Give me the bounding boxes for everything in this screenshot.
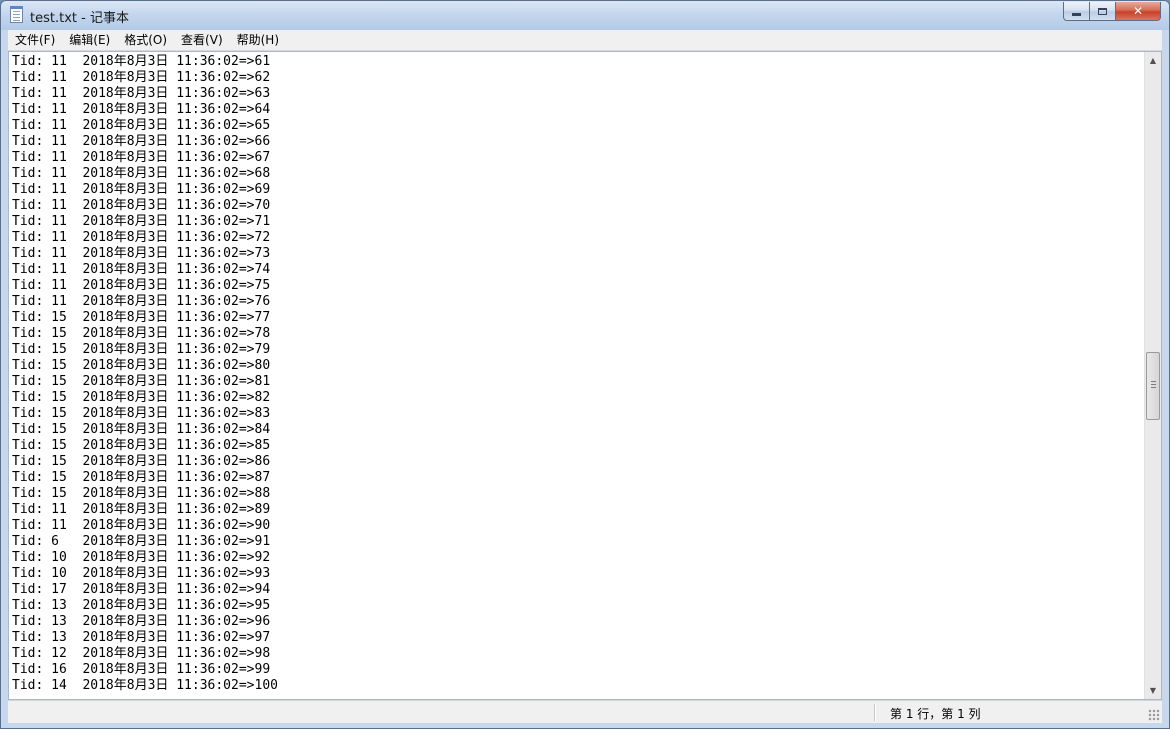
text-line: Tid: 11 2018年8月3日 11:36:02=>75 (12, 278, 271, 293)
text-line: Tid: 15 2018年8月3日 11:36:02=>86 (12, 454, 271, 469)
text-line: Tid: 15 2018年8月3日 11:36:02=>77 (12, 310, 271, 325)
maximize-icon (1098, 7, 1107, 15)
scroll-down-button[interactable]: ▼ (1145, 682, 1161, 699)
text-line: Tid: 15 2018年8月3日 11:36:02=>82 (12, 390, 271, 405)
text-line: Tid: 11 2018年8月3日 11:36:02=>65 (12, 118, 271, 133)
menu-help[interactable]: 帮助(H) (230, 30, 286, 50)
text-line: Tid: 12 2018年8月3日 11:36:02=>98 (12, 646, 271, 661)
minimize-icon (1072, 12, 1081, 16)
text-line: Tid: 11 2018年8月3日 11:36:02=>62 (12, 70, 271, 85)
text-line: Tid: 11 2018年8月3日 11:36:02=>67 (12, 150, 271, 165)
scroll-up-arrow-icon: ▲ (1149, 56, 1157, 65)
menu-file[interactable]: 文件(F) (8, 30, 62, 50)
minimize-button[interactable] (1063, 2, 1090, 21)
menu-edit[interactable]: 编辑(E) (62, 30, 117, 50)
status-bar: 第 1 行，第 1 列 (8, 700, 1162, 723)
text-line: Tid: 13 2018年8月3日 11:36:02=>95 (12, 598, 271, 613)
text-editor[interactable]: Tid: 11 2018年8月3日 11:36:02=>61 Tid: 11 20… (8, 51, 1162, 700)
maximize-button[interactable] (1089, 2, 1116, 21)
scroll-down-arrow-icon: ▼ (1149, 686, 1157, 695)
text-line: Tid: 11 2018年8月3日 11:36:02=>69 (12, 182, 271, 197)
scrollbar-thumb[interactable] (1146, 352, 1160, 420)
menu-bar: 文件(F) 编辑(E) 格式(O) 查看(V) 帮助(H) (8, 30, 1162, 51)
text-line: Tid: 11 2018年8月3日 11:36:02=>71 (12, 214, 271, 229)
window-title: test.txt - 记事本 (30, 11, 129, 26)
text-line: Tid: 10 2018年8月3日 11:36:02=>93 (12, 566, 271, 581)
text-line: Tid: 13 2018年8月3日 11:36:02=>96 (12, 614, 271, 629)
text-line: Tid: 15 2018年8月3日 11:36:02=>81 (12, 374, 271, 389)
text-line: Tid: 13 2018年8月3日 11:36:02=>97 (12, 630, 271, 645)
text-line: Tid: 11 2018年8月3日 11:36:02=>73 (12, 246, 271, 261)
cursor-position: 第 1 行，第 1 列 (890, 707, 981, 721)
text-line: Tid: 11 2018年8月3日 11:36:02=>90 (12, 518, 271, 533)
scroll-up-button[interactable]: ▲ (1145, 52, 1161, 69)
menu-format[interactable]: 格式(O) (117, 30, 174, 50)
text-line: Tid: 15 2018年8月3日 11:36:02=>84 (12, 422, 271, 437)
text-line: Tid: 11 2018年8月3日 11:36:02=>61 (12, 54, 271, 69)
resize-grip-icon[interactable] (1148, 709, 1160, 721)
text-line: Tid: 10 2018年8月3日 11:36:02=>92 (12, 550, 271, 565)
text-line: Tid: 11 2018年8月3日 11:36:02=>74 (12, 262, 271, 277)
text-line: Tid: 16 2018年8月3日 11:36:02=>99 (12, 662, 271, 677)
close-icon: ✕ (1132, 4, 1144, 18)
notepad-window: test.txt - 记事本 ✕ 文件(F) 编辑(E) 格式(O) 查看(V)… (0, 0, 1170, 729)
text-line: Tid: 15 2018年8月3日 11:36:02=>80 (12, 358, 271, 373)
text-line: Tid: 11 2018年8月3日 11:36:02=>89 (12, 502, 271, 517)
text-line: Tid: 11 2018年8月3日 11:36:02=>63 (12, 86, 271, 101)
text-line: Tid: 14 2018年8月3日 11:36:02=>100 (12, 678, 278, 693)
text-line: Tid: 11 2018年8月3日 11:36:02=>70 (12, 198, 271, 213)
menu-view[interactable]: 查看(V) (174, 30, 230, 50)
text-line: Tid: 11 2018年8月3日 11:36:02=>76 (12, 294, 271, 309)
grip-icon (1151, 381, 1156, 382)
title-bar[interactable]: test.txt - 记事本 ✕ (1, 1, 1169, 30)
text-line: Tid: 15 2018年8月3日 11:36:02=>79 (12, 342, 271, 357)
close-button[interactable]: ✕ (1115, 2, 1161, 21)
text-line: Tid: 15 2018年8月3日 11:36:02=>88 (12, 486, 271, 501)
text-line: Tid: 11 2018年8月3日 11:36:02=>64 (12, 102, 271, 117)
text-line: Tid: 15 2018年8月3日 11:36:02=>83 (12, 406, 271, 421)
text-line: Tid: 6 2018年8月3日 11:36:02=>91 (12, 534, 271, 549)
text-line: Tid: 11 2018年8月3日 11:36:02=>66 (12, 134, 271, 149)
vertical-scrollbar[interactable]: ▲ ▼ (1144, 52, 1161, 699)
text-line: Tid: 15 2018年8月3日 11:36:02=>87 (12, 470, 271, 485)
text-line: Tid: 17 2018年8月3日 11:36:02=>94 (12, 582, 271, 597)
text-line: Tid: 11 2018年8月3日 11:36:02=>72 (12, 230, 271, 245)
text-line: Tid: 15 2018年8月3日 11:36:02=>78 (12, 326, 271, 341)
text-line: Tid: 15 2018年8月3日 11:36:02=>85 (12, 438, 271, 453)
text-area[interactable]: Tid: 11 2018年8月3日 11:36:02=>61 Tid: 11 20… (9, 54, 1145, 697)
notepad-icon[interactable] (10, 6, 23, 23)
text-line: Tid: 11 2018年8月3日 11:36:02=>68 (12, 166, 271, 181)
status-divider (874, 704, 876, 721)
